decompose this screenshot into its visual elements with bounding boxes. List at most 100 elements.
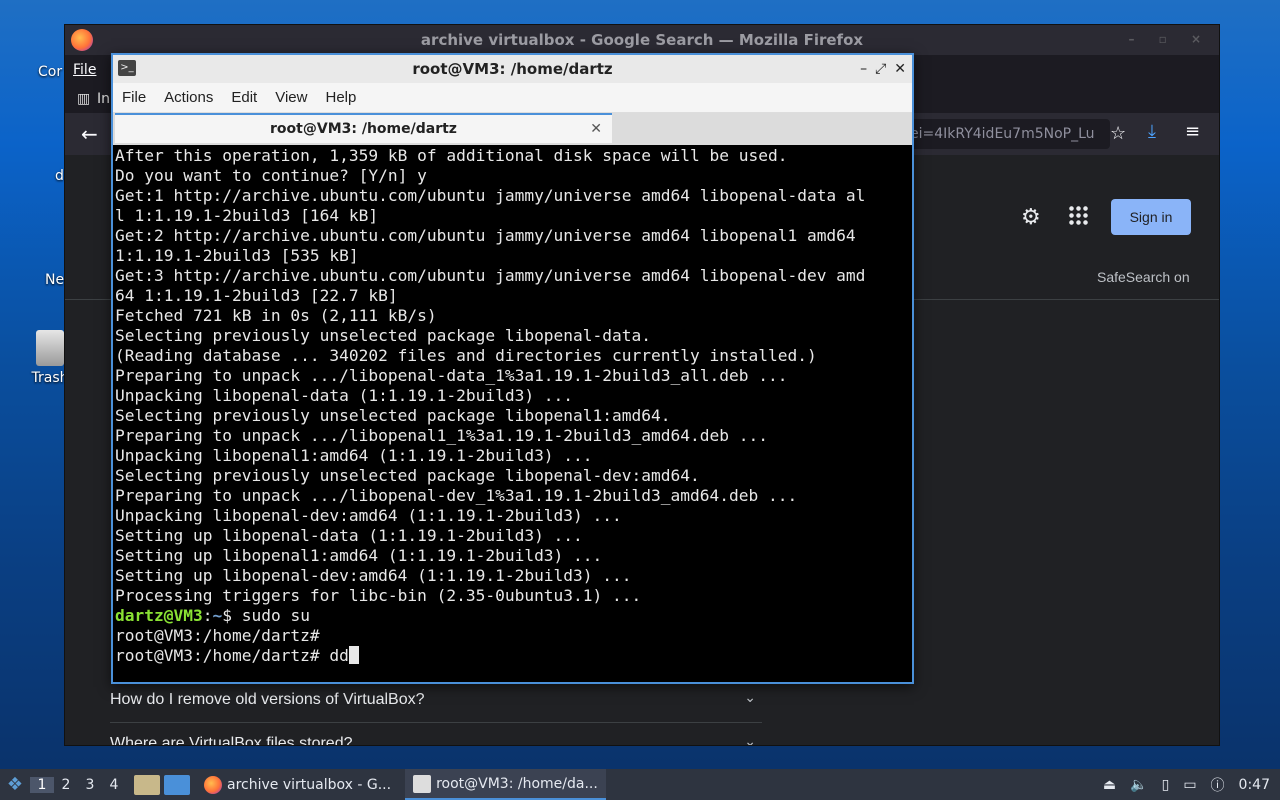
menu-actions[interactable]: Actions bbox=[155, 89, 222, 106]
faq-question: Where are VirtualBox files stored? bbox=[110, 735, 353, 745]
tab-label[interactable]: In bbox=[97, 91, 110, 107]
prompt-path: ~ bbox=[212, 606, 223, 625]
back-arrow-icon[interactable]: ← bbox=[81, 122, 98, 146]
terminal-line: Processing triggers for libc-bin (2.35-0… bbox=[115, 586, 642, 605]
volume-icon[interactable]: 🔈 bbox=[1130, 777, 1147, 793]
root-prompt: root@VM3:/home/dartz# bbox=[115, 646, 330, 665]
maximize-icon[interactable]: ⤢ bbox=[875, 61, 886, 77]
terminal-output[interactable]: After this operation, 1,359 kB of additi… bbox=[113, 145, 912, 667]
menu-file[interactable]: File bbox=[73, 62, 96, 78]
menu-file[interactable]: File bbox=[113, 89, 155, 106]
desktop-icon-label: Ne bbox=[45, 272, 65, 288]
menu-help[interactable]: Help bbox=[316, 89, 365, 106]
terminal-tabbar: root@VM3: /home/dartz ✕ bbox=[113, 113, 912, 145]
terminal-line: Setting up libopenal1:amd64 (1:1.19.1-2b… bbox=[115, 546, 603, 565]
firefox-titlebar[interactable]: archive virtualbox - Google Search — Moz… bbox=[65, 25, 1219, 55]
chevron-down-icon: ⌄ bbox=[744, 733, 756, 745]
firefox-logo-icon bbox=[71, 29, 93, 51]
window-controls[interactable]: – ▫ × bbox=[1128, 32, 1211, 46]
terminal-line: (Reading database ... 340202 files and d… bbox=[115, 346, 817, 365]
terminal-line: Preparing to unpack .../libopenal1_1%3a1… bbox=[115, 426, 768, 445]
terminal-titlebar[interactable]: >_ root@VM3: /home/dartz – ⤢ ✕ bbox=[113, 55, 912, 83]
download-icon[interactable]: ⤓ bbox=[1148, 121, 1156, 142]
command-text: sudo su bbox=[241, 606, 310, 625]
desktop-icon-computer[interactable]: Cor bbox=[38, 64, 62, 80]
terminal-line: dartz@VM3:~$ sudo su bbox=[115, 606, 910, 626]
menu-view[interactable]: View bbox=[266, 89, 316, 106]
workspace-2[interactable]: 2 bbox=[54, 777, 78, 793]
terminal-line: Selecting previously unselected package … bbox=[115, 406, 671, 425]
terminal-line: 64 1:1.19.1-2build3 [22.7 kB] bbox=[115, 286, 398, 305]
desktop-icon-label: Cor bbox=[38, 64, 63, 80]
network-monitor-icon[interactable]: ▭ bbox=[1183, 777, 1196, 793]
desktop-icon-network[interactable]: Ne bbox=[45, 272, 64, 288]
cursor bbox=[348, 646, 359, 664]
prompt-user: dartz@VM3 bbox=[115, 606, 203, 625]
terminal-line: Get:1 http://archive.ubuntu.com/ubuntu j… bbox=[115, 186, 866, 205]
gear-icon[interactable]: ⚙ bbox=[1021, 205, 1041, 230]
terminal-line: Unpacking libopenal1:amd64 (1:1.19.1-2bu… bbox=[115, 446, 593, 465]
show-desktop-icon[interactable] bbox=[164, 774, 190, 795]
terminal-line: Setting up libopenal-data (1:1.19.1-2bui… bbox=[115, 526, 583, 545]
terminal-line: Fetched 721 kB in 0s (2,111 kB/s) bbox=[115, 306, 437, 325]
terminal-line: Selecting previously unselected package … bbox=[115, 326, 652, 345]
terminal-input-line[interactable]: root@VM3:/home/dartz# dd bbox=[115, 646, 910, 666]
desktop-icon-label: d bbox=[55, 168, 64, 184]
terminal-line: Get:3 http://archive.ubuntu.com/ubuntu j… bbox=[115, 266, 866, 285]
tab-title: root@VM3: /home/dartz bbox=[270, 121, 457, 137]
terminal-line: Selecting previously unselected package … bbox=[115, 466, 700, 485]
file-manager-icon[interactable] bbox=[134, 774, 160, 795]
desktop-icon-home[interactable]: d bbox=[55, 168, 64, 184]
system-tray: ⏏ 🔈 ▯ ▭ ⓘ 0:47 bbox=[1089, 769, 1270, 800]
minimize-icon[interactable]: – bbox=[860, 61, 867, 77]
terminal-icon: >_ bbox=[118, 60, 136, 76]
task-firefox[interactable]: archive virtualbox - G... bbox=[196, 769, 399, 800]
close-icon[interactable]: ✕ bbox=[894, 61, 906, 77]
workspace-4[interactable]: 4 bbox=[102, 777, 126, 793]
start-menu-icon[interactable]: ❖ bbox=[0, 774, 30, 795]
terminal-line: Unpacking libopenal-data (1:1.19.1-2buil… bbox=[115, 386, 574, 405]
terminal-menubar: File Actions Edit View Help bbox=[113, 83, 912, 113]
terminal-line: 1:1.19.1-2build3 [535 kB] bbox=[115, 246, 359, 265]
task-label: archive virtualbox - G... bbox=[227, 776, 392, 793]
prompt-sep: : bbox=[202, 606, 213, 625]
safesearch-label[interactable]: SafeSearch on bbox=[1097, 269, 1190, 285]
terminal-tab[interactable]: root@VM3: /home/dartz ✕ bbox=[115, 113, 612, 143]
menu-edit[interactable]: Edit bbox=[222, 89, 266, 106]
firefox-icon bbox=[204, 775, 222, 794]
library-icon: ▥ bbox=[77, 91, 91, 107]
terminal-line: Unpacking libopenal-dev:amd64 (1:1.19.1-… bbox=[115, 506, 622, 525]
trash-icon bbox=[36, 330, 64, 366]
terminal-line: Do you want to continue? [Y/n] y bbox=[115, 166, 427, 185]
hamburger-menu-icon[interactable]: ≡ bbox=[1185, 121, 1200, 142]
bookmark-star-icon[interactable]: ☆ bbox=[1110, 123, 1126, 144]
terminal-line: After this operation, 1,359 kB of additi… bbox=[115, 146, 788, 165]
workspace-3[interactable]: 3 bbox=[78, 777, 102, 793]
faq-question: How do I remove old versions of VirtualB… bbox=[110, 691, 425, 708]
terminal-icon bbox=[413, 774, 432, 793]
window-title: archive virtualbox - Google Search — Moz… bbox=[420, 31, 864, 49]
task-terminal[interactable]: root@VM3: /home/da... bbox=[405, 769, 606, 800]
apps-grid-icon[interactable] bbox=[1068, 205, 1088, 225]
close-tab-icon[interactable]: ✕ bbox=[590, 115, 602, 143]
url-bar[interactable]: ei=4IkRY4idEu7m5NoP_Lu bbox=[900, 119, 1110, 149]
terminal-line: Setting up libopenal-dev:amd64 (1:1.19.1… bbox=[115, 566, 632, 585]
keyboard-icon[interactable]: ⏏ bbox=[1103, 777, 1116, 793]
terminal-lines: After this operation, 1,359 kB of additi… bbox=[115, 146, 910, 606]
sign-in-button[interactable]: Sign in bbox=[1111, 199, 1191, 235]
prompt-end: $ bbox=[222, 606, 242, 625]
notification-icon[interactable]: ⓘ bbox=[1211, 775, 1225, 795]
terminal-line: Preparing to unpack .../libopenal-dev_1%… bbox=[115, 486, 798, 505]
terminal-line: root@VM3:/home/dartz# bbox=[115, 626, 320, 645]
chevron-down-icon: ⌄ bbox=[744, 689, 756, 705]
faq-item[interactable]: How do I remove old versions of VirtualB… bbox=[110, 679, 762, 723]
faq-item[interactable]: Where are VirtualBox files stored? ⌄ bbox=[110, 723, 762, 745]
terminal-window[interactable]: >_ root@VM3: /home/dartz – ⤢ ✕ File Action… bbox=[111, 53, 914, 684]
window-title: root@VM3: /home/dartz bbox=[412, 60, 613, 78]
workspace-1[interactable]: 1 bbox=[30, 776, 54, 793]
task-label: root@VM3: /home/da... bbox=[436, 775, 598, 792]
terminal-line: Preparing to unpack .../libopenal-data_1… bbox=[115, 366, 788, 385]
terminal-line: Get:2 http://archive.ubuntu.com/ubuntu j… bbox=[115, 226, 856, 245]
clock[interactable]: 0:47 bbox=[1239, 777, 1270, 793]
clipboard-icon[interactable]: ▯ bbox=[1162, 777, 1170, 793]
